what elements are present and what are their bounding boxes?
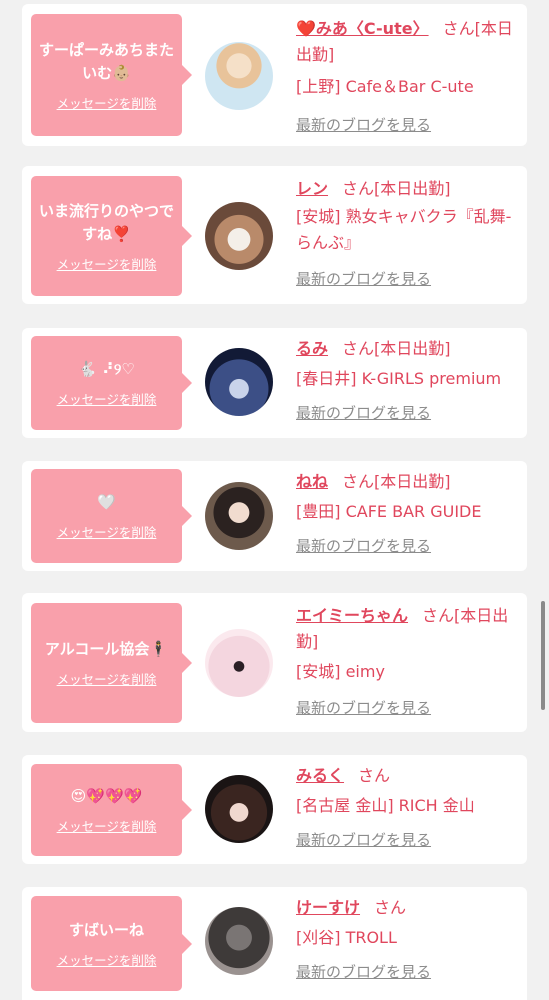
delete-message-link[interactable]: メッセージを削除 xyxy=(57,93,157,112)
message-text: すーぱーみあちまたいむ👶🏼 xyxy=(39,40,175,82)
shop-label: [春日井] K-GIRLS premium xyxy=(296,369,502,388)
cast-name-link[interactable]: みるく xyxy=(296,766,344,785)
message-bubble: アルコール協会🕴 メッセージを削除 xyxy=(31,603,192,723)
message-text: 😍💖💖💖 xyxy=(70,787,143,805)
delete-message-link[interactable]: メッセージを削除 xyxy=(57,950,157,969)
honorific-label: さん xyxy=(342,472,375,491)
cast-name-link[interactable]: エイミーちゃん xyxy=(296,606,408,625)
avatar[interactable] xyxy=(205,775,273,843)
shop-label: [安城] 熟女キャバクラ『乱舞-らんぶ』 xyxy=(296,207,512,252)
message-card: すーぱーみあちまたいむ👶🏼 メッセージを削除 ❤️みあ〈C-ute〉 さん[本日出… xyxy=(22,4,527,146)
avatar[interactable] xyxy=(205,629,273,697)
message-card: アルコール協会🕴 メッセージを削除 エイミーちゃん さん[本日出勤] [安城] e… xyxy=(22,593,527,732)
message-bubble: 🐇 ⠜୨♡ メッセージを削除 xyxy=(31,336,192,430)
shop-label: [刈谷] TROLL xyxy=(296,928,397,947)
shop-label: [豊田] CAFE BAR GUIDE xyxy=(296,502,482,521)
avatar[interactable] xyxy=(205,348,273,416)
message-bubble: すーぱーみあちまたいむ👶🏼 メッセージを削除 xyxy=(31,14,192,136)
honorific-label: さん xyxy=(374,898,407,917)
cast-name-link[interactable]: ねね xyxy=(296,472,328,491)
avatar[interactable] xyxy=(205,907,273,975)
status-label: [本日出勤] xyxy=(374,179,451,198)
honorific-label: さん xyxy=(422,606,455,625)
shop-label: [名古屋 金山] RICH 金山 xyxy=(296,796,475,815)
delete-message-link[interactable]: メッセージを削除 xyxy=(57,254,157,273)
latest-blog-link[interactable]: 最新のブログを見る xyxy=(296,533,521,559)
honorific-label: さん xyxy=(342,179,375,198)
latest-blog-link[interactable]: 最新のブログを見る xyxy=(296,827,521,853)
honorific-label: さん xyxy=(342,339,375,358)
cast-name-link[interactable]: るみ xyxy=(296,339,328,358)
message-bubble: 🤍 メッセージを削除 xyxy=(31,469,192,563)
delete-message-link[interactable]: メッセージを削除 xyxy=(57,816,157,835)
latest-blog-link[interactable]: 最新のブログを見る xyxy=(296,266,521,292)
message-card: 🤍 メッセージを削除 ねね さん[本日出勤] [豊田] CAFE BAR GUID… xyxy=(22,461,527,571)
message-card: いま流行りのやつですね❣️ メッセージを削除 レン さん[本日出勤] [安城] 熟… xyxy=(22,166,527,304)
honorific-label: さん xyxy=(442,19,475,38)
latest-blog-link[interactable]: 最新のブログを見る xyxy=(296,400,521,426)
delete-message-link[interactable]: メッセージを削除 xyxy=(57,522,157,541)
latest-blog-link[interactable]: 最新のブログを見る xyxy=(296,695,521,721)
message-card: すばいーね メッセージを削除 けーすけ さん [刈谷] TROLL 最新のブログを… xyxy=(22,887,527,1000)
message-bubble: すばいーね メッセージを削除 xyxy=(31,896,192,991)
cast-name-link[interactable]: ❤️みあ〈C-ute〉 xyxy=(296,19,429,38)
shop-label: [安城] eimy xyxy=(296,662,385,681)
status-label: [本日出勤] xyxy=(374,339,451,358)
message-text: アルコール協会🕴 xyxy=(44,640,169,658)
delete-message-link[interactable]: メッセージを削除 xyxy=(57,389,157,408)
cast-name-link[interactable]: レン xyxy=(296,179,328,198)
scrollbar[interactable] xyxy=(541,601,545,710)
avatar[interactable] xyxy=(205,202,273,270)
message-text: すばいーね xyxy=(68,920,144,939)
message-bubble: いま流行りのやつですね❣️ メッセージを削除 xyxy=(31,176,192,296)
avatar[interactable] xyxy=(205,42,273,110)
message-text: 🤍 xyxy=(97,493,116,511)
shop-label: [上野] Cafe＆Bar C-ute xyxy=(296,77,474,96)
message-card: 😍💖💖💖 メッセージを削除 みるく さん [名古屋 金山] RICH 金山 最新の… xyxy=(22,755,527,864)
delete-message-link[interactable]: メッセージを削除 xyxy=(57,669,157,688)
latest-blog-link[interactable]: 最新のブログを見る xyxy=(296,112,521,138)
honorific-label: さん xyxy=(358,766,391,785)
latest-blog-link[interactable]: 最新のブログを見る xyxy=(296,959,521,985)
cast-name-link[interactable]: けーすけ xyxy=(296,898,360,917)
message-text: いま流行りのやつですね❣️ xyxy=(39,201,175,243)
avatar[interactable] xyxy=(205,482,273,550)
status-label: [本日出勤] xyxy=(374,472,451,491)
message-bubble: 😍💖💖💖 メッセージを削除 xyxy=(31,764,192,856)
message-text: 🐇 ⠜୨♡ xyxy=(78,360,135,378)
message-card: 🐇 ⠜୨♡ メッセージを削除 るみ さん[本日出勤] [春日井] K-GIRLS … xyxy=(22,328,527,438)
message-list: すーぱーみあちまたいむ👶🏼 メッセージを削除 ❤️みあ〈C-ute〉 さん[本日出… xyxy=(0,0,549,1000)
